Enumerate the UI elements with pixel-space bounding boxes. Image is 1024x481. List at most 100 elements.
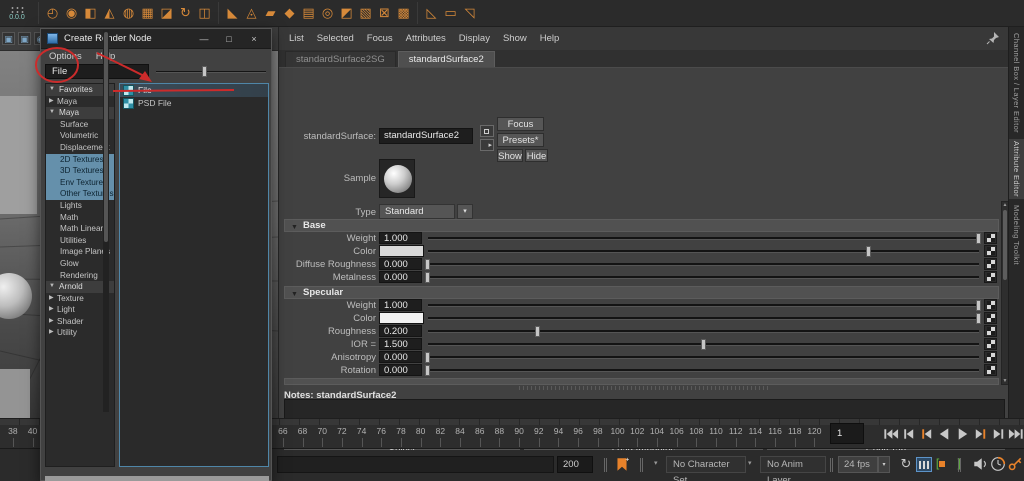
pane-resize-grip[interactable] bbox=[519, 386, 769, 390]
play-forwards-button[interactable] bbox=[954, 423, 971, 444]
shelf-tool-icon[interactable]: ◺ bbox=[422, 2, 441, 24]
show-button[interactable]: Show bbox=[497, 149, 523, 162]
texture-map-button[interactable] bbox=[984, 299, 997, 311]
time-slider-preferences-icon[interactable] bbox=[990, 456, 1006, 472]
ae-node-tab[interactable]: standardSurface2 bbox=[398, 51, 495, 67]
go-to-range-start-button[interactable] bbox=[882, 423, 899, 444]
select-node-icon-button[interactable] bbox=[480, 125, 494, 137]
texture-map-button[interactable] bbox=[984, 338, 997, 350]
timeline-tick[interactable]: 118 bbox=[785, 426, 805, 436]
slider-track[interactable] bbox=[428, 304, 979, 307]
ae-menu-item[interactable]: Display bbox=[459, 33, 490, 44]
slider-track[interactable] bbox=[428, 263, 979, 266]
step-forward-one-frame-button[interactable] bbox=[990, 423, 1007, 444]
dialog-titlebar[interactable]: Create Render Node — □ × bbox=[41, 29, 271, 49]
timeline-tick[interactable]: 90 bbox=[509, 426, 529, 436]
animation-end-time-field[interactable]: 200 bbox=[557, 456, 593, 473]
expand-arrow-icon[interactable]: ▶ bbox=[49, 293, 54, 305]
expand-arrow-icon[interactable]: ▶ bbox=[49, 316, 54, 328]
section-header-base[interactable]: ▼ Base bbox=[284, 219, 999, 232]
timeline-tick[interactable]: 100 bbox=[608, 426, 628, 436]
loop-continuous-icon[interactable]: ↻ bbox=[898, 455, 914, 473]
attribute-value-field[interactable]: 1.500 bbox=[379, 338, 422, 350]
section-header-specular[interactable]: ▼ Specular bbox=[284, 286, 999, 299]
attribute-value-field[interactable]: 0.000 bbox=[379, 271, 422, 283]
shelf-tool-icon[interactable]: ◹ bbox=[460, 2, 479, 24]
attribute-value-field[interactable]: 0.000 bbox=[379, 258, 422, 270]
material-type-dropdown[interactable]: Standard Surface bbox=[379, 204, 455, 219]
ae-menu-item[interactable]: Show bbox=[503, 33, 527, 44]
ae-menu-item[interactable]: Selected bbox=[317, 33, 354, 44]
chevron-down-icon[interactable]: ▾ bbox=[878, 456, 890, 473]
scrollbar-thumb[interactable] bbox=[1003, 210, 1007, 280]
icon-size-slider[interactable] bbox=[156, 71, 266, 73]
splitter-grip[interactable] bbox=[604, 458, 607, 472]
timeline-tick[interactable]: 70 bbox=[312, 426, 332, 436]
go-to-range-end-button[interactable] bbox=[1008, 423, 1024, 444]
ae-menu-item[interactable]: Help bbox=[540, 33, 560, 44]
slider-track[interactable] bbox=[428, 343, 979, 346]
timeline-tick[interactable]: 92 bbox=[529, 426, 549, 436]
shelf-tool-icon[interactable]: ◉ bbox=[62, 2, 81, 24]
timeline-tick[interactable]: 82 bbox=[431, 426, 451, 436]
sidebar-vertical-tab[interactable]: Modeling Toolkit bbox=[1009, 203, 1024, 267]
texture-map-button[interactable] bbox=[984, 325, 997, 337]
shelf-tool-icon[interactable]: ◫ bbox=[195, 2, 214, 24]
slider-handle[interactable] bbox=[425, 272, 430, 283]
texture-map-button[interactable] bbox=[984, 232, 997, 244]
slider-handle[interactable] bbox=[535, 326, 540, 337]
frame-bookmark-icon[interactable]: + bbox=[614, 456, 630, 473]
chevron-down-icon[interactable]: ▾ bbox=[654, 459, 658, 467]
shelf-tool-icon[interactable]: ◭ bbox=[100, 2, 119, 24]
dialog-menu-item[interactable]: Options bbox=[49, 51, 82, 62]
fps-dropdown[interactable]: 24 fps bbox=[838, 456, 878, 473]
viewport-toolbar-icon[interactable]: ▣ bbox=[18, 32, 31, 45]
shelf-tool-icon[interactable]: ◍ bbox=[119, 2, 138, 24]
shelf-tool-icon[interactable]: ◪ bbox=[157, 2, 176, 24]
timeline-tick[interactable]: 104 bbox=[647, 426, 667, 436]
shelf-tool-icon[interactable]: ▦ bbox=[138, 2, 157, 24]
timeline-tick[interactable]: 98 bbox=[588, 426, 608, 436]
close-button[interactable]: × bbox=[246, 32, 262, 46]
texture-map-button[interactable] bbox=[984, 271, 997, 283]
texture-map-button[interactable] bbox=[984, 351, 997, 363]
animation-snapshot-icon[interactable] bbox=[916, 457, 932, 472]
color-swatch[interactable] bbox=[379, 312, 424, 324]
step-back-previous-key-button[interactable] bbox=[918, 423, 935, 444]
timeline-tick[interactable]: 78 bbox=[391, 426, 411, 436]
anim-layer-dropdown[interactable]: No Anim Layer bbox=[760, 456, 826, 473]
slider-track[interactable] bbox=[428, 356, 979, 359]
attribute-value-field[interactable]: 0.000 bbox=[379, 364, 422, 376]
node-name-field[interactable]: standardSurface2 bbox=[379, 128, 473, 144]
pin-icon[interactable] bbox=[986, 31, 1000, 45]
slider-handle[interactable] bbox=[425, 365, 430, 376]
texture-map-button[interactable] bbox=[984, 258, 997, 270]
ae-node-tab[interactable]: standardSurface2SG bbox=[285, 51, 396, 67]
timeline-tick[interactable]: 76 bbox=[371, 426, 391, 436]
slider-handle[interactable] bbox=[701, 339, 706, 350]
shelf-tool-icon[interactable]: ▤ bbox=[299, 2, 318, 24]
play-backwards-button[interactable] bbox=[936, 423, 953, 444]
slider-handle[interactable] bbox=[976, 300, 981, 311]
auto-keyframe-icon[interactable] bbox=[1007, 456, 1023, 472]
splitter-grip[interactable] bbox=[958, 458, 961, 472]
timeline-tick[interactable]: 72 bbox=[332, 426, 352, 436]
timeline-tick[interactable]: 116 bbox=[765, 426, 785, 436]
expand-arrow-icon[interactable]: ▼ bbox=[49, 107, 55, 119]
timeline-tick[interactable]: 94 bbox=[549, 426, 569, 436]
timeline-tick[interactable]: 106 bbox=[667, 426, 687, 436]
step-forward-next-key-button[interactable] bbox=[972, 423, 989, 444]
ae-menu-item[interactable]: Focus bbox=[367, 33, 393, 44]
auto-key-brackets-icon[interactable]: [ ] bbox=[934, 456, 951, 473]
slider-handle[interactable] bbox=[976, 233, 981, 244]
slider-handle[interactable] bbox=[866, 246, 871, 257]
timeline-tick[interactable]: 68 bbox=[293, 426, 313, 436]
render-node-list-item[interactable]: File bbox=[120, 84, 268, 97]
shelf-tool-icon[interactable]: ◩ bbox=[337, 2, 356, 24]
timeline-tick[interactable]: 74 bbox=[352, 426, 372, 436]
step-back-one-frame-button[interactable] bbox=[900, 423, 917, 444]
scrollbar-thumb[interactable] bbox=[104, 32, 108, 242]
attribute-value-field[interactable]: 0.000 bbox=[379, 351, 422, 363]
texture-map-button[interactable] bbox=[984, 245, 997, 257]
expand-arrow-icon[interactable]: ▼ bbox=[49, 84, 55, 96]
